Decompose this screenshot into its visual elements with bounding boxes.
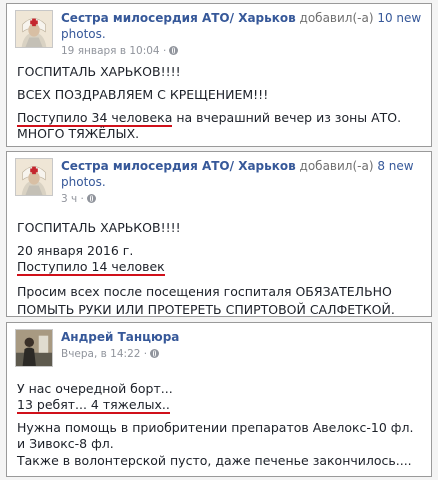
post-line: 20 января 2016 г. <box>17 243 134 258</box>
post-line-rest: на вчерашний вечер из зоны АТО. <box>172 110 402 125</box>
post-header-text: Андрей Танцюра Вчера, в 14:22 · <box>61 329 423 361</box>
action-text: добавил(-а) <box>299 11 374 25</box>
post-header: Андрей Танцюра Вчера, в 14:22 · <box>15 329 423 373</box>
post-meta: 19 января в 10:04 · <box>61 44 423 58</box>
user-avatar-icon[interactable] <box>15 329 53 367</box>
post-header: Сестра милосердия АТО/ Харьков добавил(-… <box>15 158 423 205</box>
author-link[interactable]: Андрей Танцюра <box>61 330 179 344</box>
post-line: Нужна помощь в приобритении препаратов А… <box>17 420 414 451</box>
highlighted-text: 13 ребят... 4 тяжелых.. <box>17 397 170 414</box>
post-line: Поступило 14 человек <box>17 259 165 276</box>
post-line: ВСЕХ ПОЗДРАВЛЯЕМ С КРЕЩЕНИЕМ!!! <box>17 87 269 102</box>
post-line: ГОСПИТАЛЬ ХАРЬКОВ!!!! <box>17 64 181 79</box>
highlighted-text: Поступило 14 человек <box>17 259 165 276</box>
timestamp-link[interactable]: 19 января в 10:04 · <box>61 45 166 57</box>
post-3: Андрей Танцюра Вчера, в 14:22 · У нас оч… <box>6 322 432 477</box>
post-2: Сестра милосердия АТО/ Харьков добавил(-… <box>6 151 432 317</box>
post-line: Поступило 34 человека на вчерашний вечер… <box>17 110 402 127</box>
action-text: добавил(-а) <box>299 159 374 173</box>
author-link[interactable]: Сестра милосердия АТО/ Харьков <box>61 159 296 173</box>
globe-icon[interactable] <box>150 349 160 358</box>
timestamp-link[interactable]: Вчера, в 14:22 · <box>61 348 147 360</box>
post-meta: 3 ч · <box>61 192 423 206</box>
author-link[interactable]: Сестра милосердия АТО/ Харьков <box>61 11 296 25</box>
post-header: Сестра милосердия АТО/ Харьков добавил(-… <box>15 10 423 57</box>
nurse-avatar-icon[interactable] <box>15 158 53 196</box>
post-line: МНОГО ТЯЖЁЛЫХ. <box>17 126 140 141</box>
globe-icon[interactable] <box>169 46 179 55</box>
globe-icon[interactable] <box>86 194 96 203</box>
timestamp-link[interactable]: 3 ч · <box>61 193 84 205</box>
post-1: Сестра милосердия АТО/ Харьков добавил(-… <box>6 3 432 147</box>
post-header-text: Сестра милосердия АТО/ Харьков добавил(-… <box>61 10 423 58</box>
post-header-text: Сестра милосердия АТО/ Харьков добавил(-… <box>61 158 423 206</box>
feed: Сестра милосердия АТО/ Харьков добавил(-… <box>0 0 438 480</box>
post-line: 13 ребят... 4 тяжелых.. <box>17 397 170 414</box>
post-line: ГОСПИТАЛЬ ХАРЬКОВ!!!! <box>17 220 181 235</box>
post-line: У нас очередной борт... <box>17 381 173 396</box>
post-line: Просим всех после посещения госпиталя ОБ… <box>17 284 395 317</box>
highlighted-text: Поступило 34 человека <box>17 110 173 127</box>
nurse-avatar-icon[interactable] <box>15 10 53 48</box>
post-meta: Вчера, в 14:22 · <box>61 347 423 361</box>
post-line: Также в волонтерской пусто, даже печенье… <box>17 453 412 468</box>
